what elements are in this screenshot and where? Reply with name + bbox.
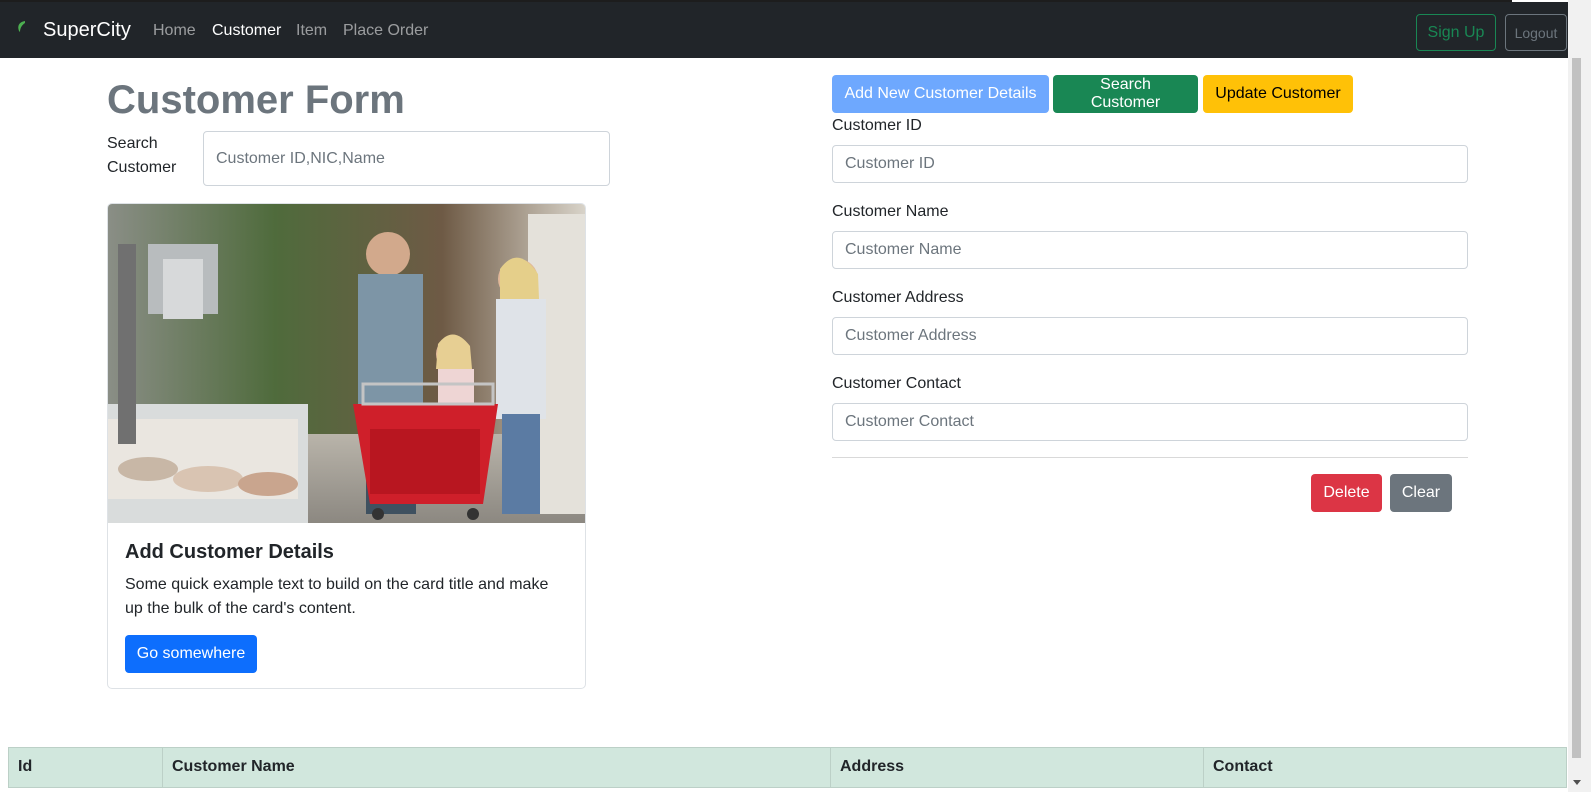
nav-place-order[interactable]: Place Order — [343, 22, 428, 40]
customer-address-input[interactable] — [832, 317, 1468, 355]
logout-button[interactable]: Logout — [1505, 14, 1567, 51]
update-customer-button[interactable]: Update Customer — [1203, 75, 1353, 113]
customer-contact-input[interactable] — [832, 403, 1468, 441]
search-customer-button[interactable]: Search Customer — [1053, 75, 1198, 113]
signup-button[interactable]: Sign Up — [1416, 14, 1496, 51]
customer-name-label: Customer Name — [832, 203, 949, 220]
search-customer-label: Search Customer — [107, 135, 177, 176]
add-new-customer-button[interactable]: Add New Customer Details — [832, 75, 1049, 113]
page-title: Customer Form — [107, 78, 405, 122]
table-header-address: Address — [831, 748, 1204, 787]
search-customer-input[interactable] — [203, 131, 610, 186]
customer-id-input[interactable] — [832, 145, 1468, 183]
leaf-icon — [18, 21, 25, 32]
scroll-down-arrow-icon[interactable] — [1573, 780, 1581, 785]
card-text: Some quick example text to build on the … — [125, 576, 549, 617]
nav-item[interactable]: Item — [296, 22, 327, 40]
family-shopping-image — [108, 204, 585, 523]
table-header-customer-name: Customer Name — [163, 748, 831, 787]
nav-home[interactable]: Home — [153, 22, 196, 40]
form-divider — [832, 457, 1468, 458]
customer-table-header: Id Customer Name Address Contact — [8, 747, 1567, 788]
nav-customer[interactable]: Customer — [212, 22, 281, 40]
go-somewhere-button[interactable]: Go somewhere — [125, 635, 257, 673]
customer-card: Add Customer Details Some quick example … — [107, 203, 586, 689]
page-scrollbar[interactable] — [1568, 0, 1591, 792]
brand-logo[interactable]: SuperCity — [43, 19, 131, 42]
customer-id-label: Customer ID — [832, 117, 922, 134]
navbar: SuperCity Home Customer Item Place Order… — [0, 2, 1568, 58]
table-header-id: Id — [9, 748, 163, 787]
clear-button[interactable]: Clear — [1390, 474, 1452, 512]
table-header-contact: Contact — [1213, 758, 1273, 775]
card-title: Add Customer Details — [125, 541, 334, 563]
customer-contact-label: Customer Contact — [832, 375, 961, 392]
customer-address-label: Customer Address — [832, 289, 964, 306]
customer-name-input[interactable] — [832, 231, 1468, 269]
delete-button[interactable]: Delete — [1311, 474, 1382, 512]
scrollbar-thumb[interactable] — [1572, 58, 1581, 758]
